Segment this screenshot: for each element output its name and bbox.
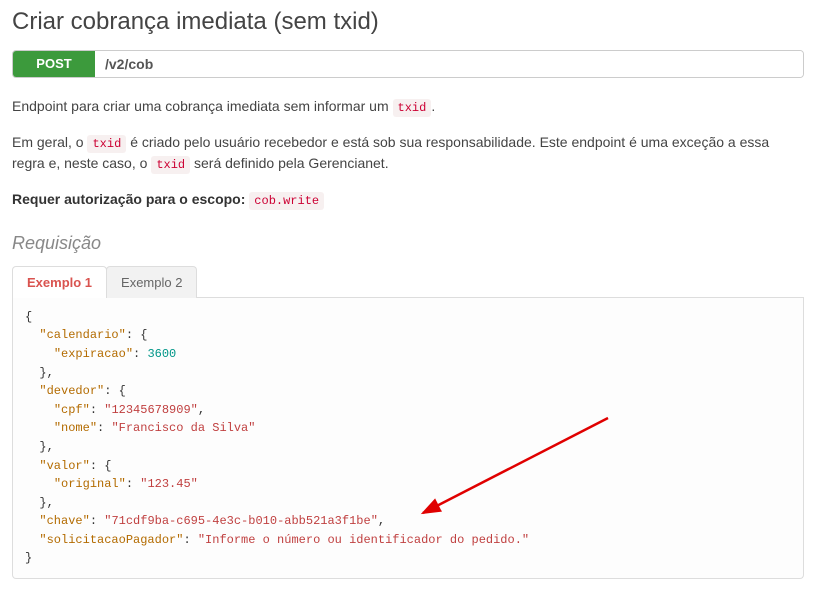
inline-code-txid: txid <box>151 156 190 174</box>
description-1: Endpoint para criar uma cobrança imediat… <box>12 96 804 118</box>
code-panel: { "calendario": { "expiracao": 3600 }, "… <box>12 298 804 579</box>
text: Endpoint para criar uma cobrança imediat… <box>12 98 393 114</box>
text: será definido pela Gerencianet. <box>194 155 389 171</box>
auth-label: Requer autorização para o escopo <box>12 191 241 207</box>
description-2: Em geral, o txid é criado pelo usuário r… <box>12 132 804 175</box>
inline-code-txid: txid <box>87 135 126 153</box>
endpoint-path: /v2/cob <box>95 51 803 77</box>
inline-code-scope: cob.write <box>249 192 324 210</box>
tab-exemplo-2[interactable]: Exemplo 2 <box>106 266 197 298</box>
tab-exemplo-1[interactable]: Exemplo 1 <box>12 266 107 298</box>
text: . <box>431 98 435 114</box>
text: Em geral, o <box>12 134 87 150</box>
text: é criado pelo usuário recebedor e está s… <box>12 134 769 172</box>
endpoint-bar: POST /v2/cob <box>12 50 804 78</box>
section-heading-request: Requisição <box>12 233 804 254</box>
http-method-badge: POST <box>13 51 95 77</box>
page-title: Criar cobrança imediata (sem txid) <box>12 8 804 36</box>
json-body: { "calendario": { "expiracao": 3600 }, "… <box>25 308 791 568</box>
inline-code-txid: txid <box>393 99 432 117</box>
tabs: Exemplo 1 Exemplo 2 <box>12 266 804 298</box>
auth-line: Requer autorização para o escopo: cob.wr… <box>12 189 804 211</box>
